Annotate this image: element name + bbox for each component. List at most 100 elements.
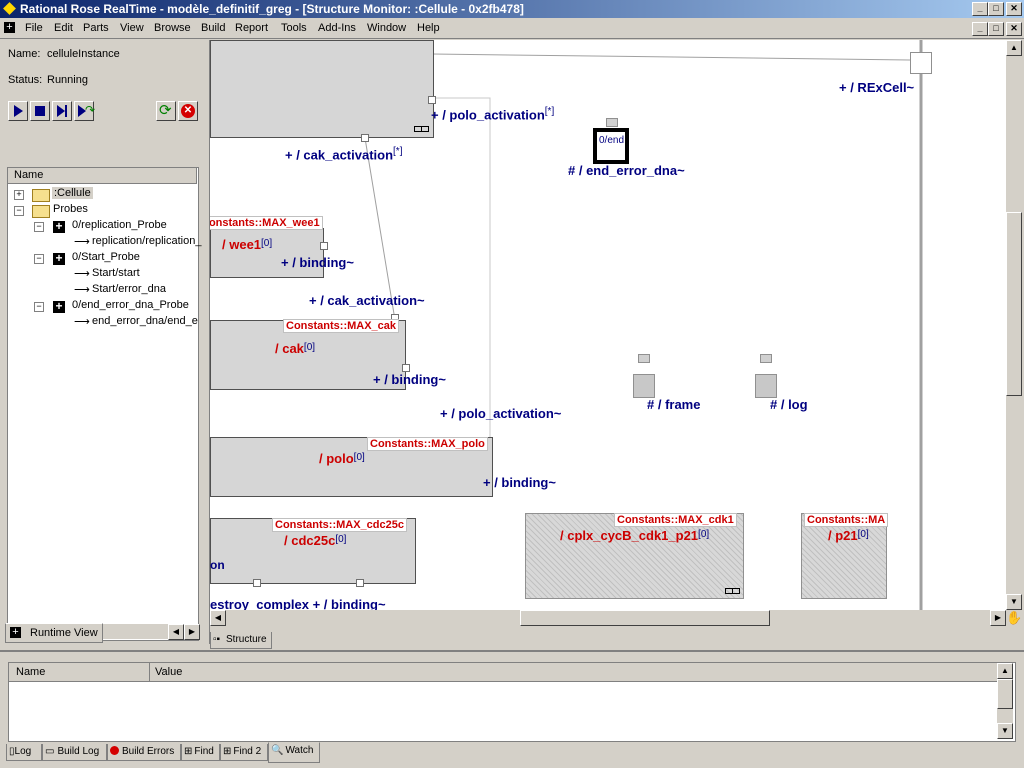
remove-button[interactable]: ✕	[178, 101, 198, 121]
tree-item-cellule[interactable]: :Cellule	[52, 187, 93, 199]
tab-find[interactable]: ⊞ Find	[181, 744, 220, 761]
port-cdc25c-bottom-1[interactable]	[253, 579, 261, 587]
tab-structure[interactable]: ▫▪ Structure	[210, 632, 272, 649]
menu-build[interactable]: Build	[201, 22, 225, 34]
top-capsule[interactable]	[210, 40, 434, 138]
collapse-icon[interactable]: −	[34, 254, 44, 264]
tree-item-start-start[interactable]: Start/start	[92, 267, 140, 279]
diagram-vscrollbar[interactable]: ▲ ▼	[1006, 40, 1022, 610]
scroll-down-icon[interactable]: ▼	[1006, 594, 1022, 610]
watch-vscroll-thumb[interactable]	[997, 679, 1013, 709]
polo-activation-label-2: + / polo_activation~	[440, 406, 562, 421]
diagram-hscrollbar[interactable]: ◀ ▶	[210, 610, 1006, 626]
tree-item-probes[interactable]: Probes	[53, 203, 88, 215]
menu-browse[interactable]: Browse	[154, 22, 191, 34]
tree-item-end-error-dna-probe[interactable]: 0/end_error_dna_Probe	[72, 299, 189, 311]
cdk1-role-name: / cplx_cycB_cdk1_p21[0]	[560, 528, 710, 543]
doc-restore-button[interactable]: □	[988, 22, 1004, 36]
tree-item-start-error-dna[interactable]: Start/error_dna	[92, 283, 166, 295]
step-button[interactable]	[52, 101, 72, 121]
tab-build-errors-label: Build Errors	[122, 746, 175, 757]
maximize-button[interactable]: □	[988, 2, 1004, 16]
port-frame[interactable]	[633, 374, 655, 398]
collapse-icon[interactable]: −	[34, 302, 44, 312]
port-end-error-dna[interactable]: 0/end	[593, 128, 629, 164]
watch-col-divider[interactable]	[149, 663, 150, 681]
port-rexcell-label: + / RExCell~	[839, 80, 915, 95]
polo-role-name: / polo[0]	[319, 451, 365, 466]
cdc25c-port-fragment: on	[210, 558, 225, 572]
pan-hand-icon[interactable]: ✋	[1006, 610, 1022, 626]
refresh-button[interactable]: ⟳	[156, 101, 176, 121]
connector-line	[431, 53, 911, 61]
collapse-icon[interactable]: −	[34, 222, 44, 232]
menu-bar: + File Edit Parts View Browse Build Repo…	[0, 19, 1024, 39]
hscroll-thumb[interactable]	[520, 610, 770, 626]
menu-addins[interactable]: Add-Ins	[318, 22, 356, 34]
tab-log[interactable]: ▯Log	[6, 744, 42, 761]
menu-edit[interactable]: Edit	[54, 22, 73, 34]
wee1-role-name: / wee1[0]	[222, 237, 273, 252]
watch-vscrollbar[interactable]: ▲ ▼	[997, 663, 1013, 739]
tree-header[interactable]: Name	[8, 168, 197, 184]
scroll-up-icon[interactable]: ▲	[997, 663, 1013, 679]
port-binding-wee1[interactable]	[320, 242, 328, 250]
tree-item-replication-probe[interactable]: 0/replication_Probe	[72, 219, 167, 231]
port-cdc25c-bottom-2[interactable]	[356, 579, 364, 587]
expand-icon[interactable]: +	[14, 190, 24, 200]
structure-icon: ▫▪	[213, 634, 221, 645]
scroll-left-icon[interactable]: ◀	[210, 610, 226, 626]
tree-item-replication-port[interactable]: replication/replication_	[92, 235, 201, 247]
tab-structure-label: Structure	[226, 634, 267, 645]
scroll-down-icon[interactable]: ▼	[997, 723, 1013, 739]
document-icon: +	[4, 22, 15, 33]
tab-watch[interactable]: 🔍 Watch	[268, 742, 320, 763]
status-label: Status:	[8, 74, 43, 86]
tab-scroll-right-icon[interactable]: ▶	[184, 624, 200, 640]
scroll-right-icon[interactable]: ▶	[990, 610, 1006, 626]
port-cak-activation[interactable]	[361, 134, 369, 142]
menu-file[interactable]: File	[25, 22, 43, 34]
menu-window[interactable]: Window	[367, 22, 406, 34]
structure-diagram[interactable]: + / polo_activation[*] + / cak_activatio…	[210, 40, 1006, 610]
doc-minimize-button[interactable]: _	[972, 22, 988, 36]
close-button[interactable]: ✕	[1006, 2, 1022, 16]
tab-build-errors[interactable]: Build Errors	[107, 744, 181, 761]
app-icon	[3, 2, 16, 15]
capsule-wee1[interactable]	[210, 228, 324, 278]
minimize-button[interactable]: _	[972, 2, 988, 16]
play-button[interactable]	[8, 101, 28, 121]
cdk1-constant: Constants::MAX_cdk1	[614, 513, 737, 527]
port-binding-cak[interactable]	[402, 364, 410, 372]
cak-activation-label-2: + / cak_activation~	[309, 293, 425, 308]
watch-col-value[interactable]: Value	[155, 666, 182, 678]
tab-find-2[interactable]: ⊞ Find 2	[220, 744, 268, 761]
scroll-up-icon[interactable]: ▲	[1006, 40, 1022, 56]
port-polo-activation[interactable]	[428, 96, 436, 104]
watch-icon: 🔍	[271, 745, 284, 756]
tab-runtime-view[interactable]: + Runtime View	[5, 623, 103, 643]
watch-col-name[interactable]: Name	[16, 666, 45, 678]
tab-find-label: Find	[194, 746, 214, 757]
tree-item-end-error-dna-port[interactable]: end_error_dna/end_e	[92, 315, 198, 327]
vscroll-thumb[interactable]	[1006, 212, 1022, 396]
menu-parts[interactable]: Parts	[83, 22, 109, 34]
tree-item-start-probe[interactable]: 0/Start_Probe	[72, 251, 140, 263]
menu-report[interactable]: Report	[235, 22, 268, 34]
status-value: Running	[47, 74, 88, 86]
menu-help[interactable]: Help	[417, 22, 440, 34]
tab-build-log[interactable]: ▭ Build Log	[42, 744, 107, 761]
probe-icon: +	[10, 627, 21, 638]
bottom-port-labels: estroy_complex + / binding~	[210, 597, 386, 610]
doc-close-button[interactable]: ✕	[1006, 22, 1022, 36]
port-rexcell[interactable]	[910, 52, 932, 74]
collapse-icon[interactable]: −	[14, 206, 24, 216]
menu-tools[interactable]: Tools	[281, 22, 307, 34]
menu-view[interactable]: View	[120, 22, 144, 34]
step-over-button[interactable]: ↷	[74, 101, 95, 121]
polo-constant: Constants::MAX_polo	[367, 437, 488, 451]
stop-button[interactable]	[30, 101, 50, 121]
cak-role-name: / cak[0]	[275, 341, 316, 356]
tab-scroll-left-icon[interactable]: ◀	[168, 624, 184, 640]
port-log[interactable]	[755, 374, 777, 398]
